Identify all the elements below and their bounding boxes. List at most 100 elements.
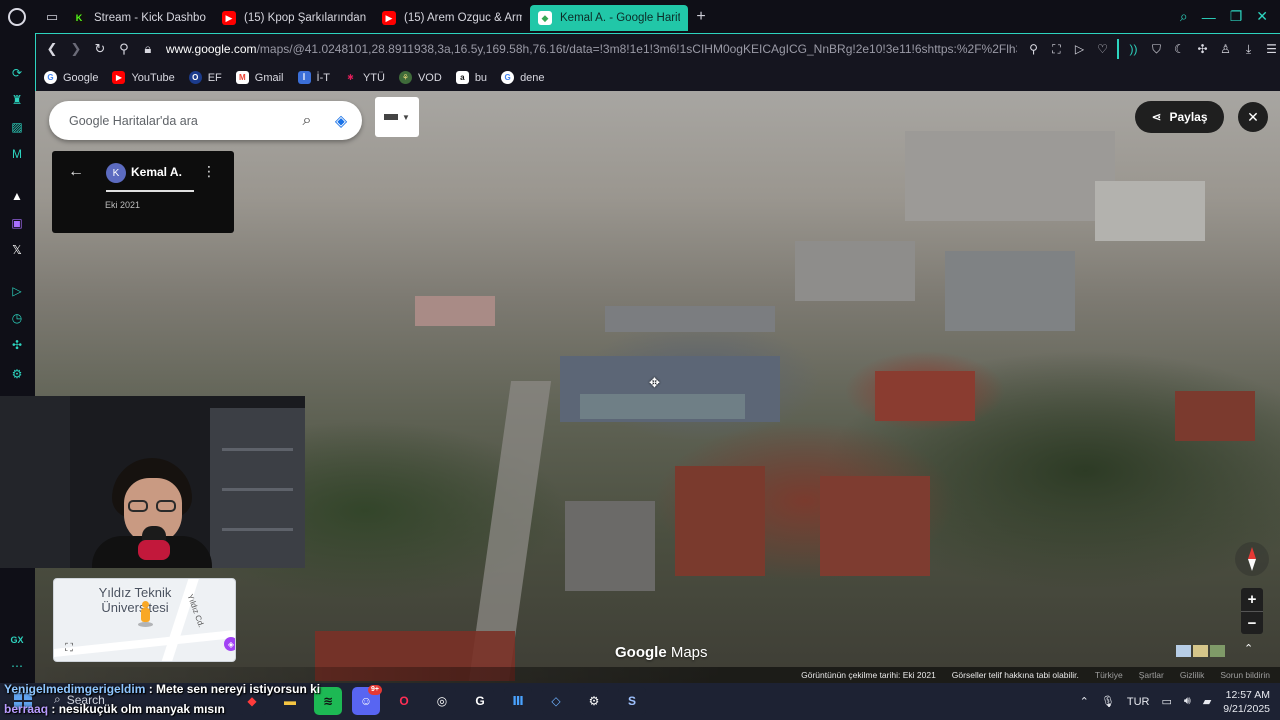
battery-icon[interactable]: ▰ xyxy=(1203,695,1211,708)
compass-control[interactable] xyxy=(1235,542,1269,576)
directions-icon[interactable]: ◈ xyxy=(324,104,358,138)
avatar[interactable]: K xyxy=(106,163,126,183)
gx-icon[interactable]: GX xyxy=(8,631,26,649)
privacy-link[interactable]: Gizlilik xyxy=(1180,670,1205,680)
language-indicator[interactable]: TUR xyxy=(1127,696,1150,708)
contributor-card: ← K Kemal A. ⋮ Eki 2021 xyxy=(52,151,234,233)
history-icon[interactable]: ◷ xyxy=(8,309,26,327)
url-field[interactable]: www.google.com/maps/@41.0248101,28.89119… xyxy=(166,42,1017,56)
broadcast-icon[interactable]: )) xyxy=(1125,40,1142,58)
download-icon[interactable]: ⤓ xyxy=(1240,40,1257,58)
chevron-up-icon[interactable]: ⌃ xyxy=(1244,642,1253,655)
zoom-out-button[interactable]: − xyxy=(1241,612,1263,635)
corner-app-icon[interactable]: ▲ xyxy=(8,187,26,205)
more-icon[interactable]: ⋯ xyxy=(8,657,26,675)
twitch-icon[interactable]: ▣ xyxy=(8,214,26,232)
location-pin-icon[interactable]: ⚲ xyxy=(112,37,136,61)
search-icon[interactable]: ⌕ xyxy=(1180,8,1188,25)
thumbnail[interactable] xyxy=(1176,645,1191,657)
expand-icon[interactable]: ⛶ xyxy=(62,641,76,655)
extensions-puzzle-icon[interactable]: ✣ xyxy=(1194,40,1211,58)
streetview-minimap[interactable]: Yıldız Teknik Üniversitesi Yıldız Cd. ⛶ … xyxy=(53,578,236,662)
back-button[interactable]: ❮ xyxy=(40,37,64,61)
bookmark-label: YouTube xyxy=(131,71,175,84)
chat-message: Yenigelmedimgerigeldim : Mete sen nereyi… xyxy=(4,679,324,699)
gx-control-icon[interactable]: ♜ xyxy=(8,91,26,109)
new-tab-button[interactable]: + xyxy=(690,6,712,28)
maps-search-box[interactable]: Google Haritalar'da ara ⌕ ◈ xyxy=(49,101,362,140)
close-window-icon[interactable]: ✕ xyxy=(1256,8,1268,25)
forward-button[interactable]: ❯ xyxy=(64,37,88,61)
settings-icon[interactable]: ⚙ xyxy=(8,365,26,383)
bookmark-it[interactable]: İ İ-T xyxy=(297,71,330,84)
report-link[interactable]: Sorun bildirin xyxy=(1220,670,1270,680)
poi-marker-icon[interactable]: ◈ xyxy=(224,637,235,651)
microphone-icon[interactable]: 🎙︎ xyxy=(1101,695,1115,708)
dark-mode-icon[interactable]: ☾ xyxy=(1171,40,1188,58)
extensions-icon[interactable]: ✣ xyxy=(8,336,26,354)
lock-icon[interactable]: 🔒︎ xyxy=(136,37,160,61)
pin-icon[interactable]: ⚲ xyxy=(1025,40,1042,58)
tab-label: (15) Kpop Şarkılarından G xyxy=(244,12,366,24)
steam-icon[interactable]: S xyxy=(618,687,646,715)
tab-youtube-kpop[interactable]: ▶ (15) Kpop Şarkılarından G xyxy=(214,5,374,31)
zoom-in-button[interactable]: + xyxy=(1241,588,1263,611)
contributor-name[interactable]: Kemal A. xyxy=(131,165,182,179)
discord-icon[interactable]: ☺ 9+ xyxy=(352,685,382,715)
app-glyph: ◎ xyxy=(436,694,448,708)
bookmark-ef[interactable]: O EF xyxy=(188,71,222,84)
tab-kick-dashboard[interactable]: K Stream - Kick Dashboard xyxy=(64,5,214,31)
imagery-thumbnails[interactable] xyxy=(1176,645,1225,657)
search-icon[interactable]: ⌕ xyxy=(290,104,324,138)
player-icon[interactable]: ▷ xyxy=(8,282,26,300)
tab-switcher-icon[interactable]: ▭ xyxy=(40,5,64,29)
account-icon[interactable]: ♙ xyxy=(1217,40,1234,58)
search-input[interactable]: Google Haritalar'da ara xyxy=(69,114,290,128)
shield-icon[interactable]: ⛉ xyxy=(1148,40,1165,58)
thumbnail[interactable] xyxy=(1193,645,1208,657)
vpn-app-icon[interactable]: ◇ xyxy=(542,687,570,715)
reload-button[interactable]: ↻ xyxy=(88,37,112,61)
youtube-icon: ▶ xyxy=(222,11,236,25)
view-toggle-button[interactable]: ▼ xyxy=(375,97,419,137)
app-g-icon[interactable]: G xyxy=(466,687,494,715)
close-streetview-button[interactable]: ✕ xyxy=(1238,102,1268,132)
network-icon[interactable]: ▭ xyxy=(1161,695,1171,708)
audio-app-icon[interactable]: Ⅲ xyxy=(504,687,532,715)
bookmark-ytu[interactable]: ✱ YTÜ xyxy=(344,71,385,84)
bookmark-bu[interactable]: a bu xyxy=(455,71,487,84)
bookmark-google[interactable]: G Google xyxy=(44,71,98,84)
opera-gx-logo[interactable] xyxy=(0,0,34,33)
pegman-icon[interactable] xyxy=(138,601,153,627)
chevron-up-icon[interactable]: ⌃ xyxy=(1080,695,1089,708)
thumbnail[interactable] xyxy=(1210,645,1225,657)
snapshot-icon[interactable]: ⛶ xyxy=(1048,40,1065,58)
bookmark-youtube[interactable]: ▶ YouTube xyxy=(112,71,175,84)
settings-app-icon[interactable]: ⚙ xyxy=(580,687,608,715)
refresh-sidebar-icon[interactable]: ⟳ xyxy=(8,64,26,82)
minimize-icon[interactable]: — xyxy=(1202,9,1216,25)
bookmark-dene[interactable]: Gdene xyxy=(501,71,545,84)
volume-icon[interactable]: 🔊︎ xyxy=(1184,695,1191,708)
tab-youtube-arem[interactable]: ▶ (15) Arem Ozguc & Arman xyxy=(374,5,530,31)
x-twitter-icon[interactable]: 𝕏 xyxy=(8,241,26,259)
country-link[interactable]: Türkiye xyxy=(1095,670,1123,680)
bookmark-heart-icon[interactable]: ♡ xyxy=(1094,40,1111,58)
zoom-control: + − xyxy=(1241,588,1263,634)
gx-cleaner-icon[interactable]: ▨ xyxy=(8,118,26,136)
terms-link[interactable]: Şartlar xyxy=(1139,670,1164,680)
gmail-sidebar-icon[interactable]: M xyxy=(8,145,26,163)
more-options-icon[interactable]: ⋮ xyxy=(202,163,216,180)
bookmark-gmail[interactable]: M Gmail xyxy=(235,71,284,84)
clock[interactable]: 12:57 AM 9/21/2025 xyxy=(1223,688,1270,716)
opera-gx-icon[interactable]: O xyxy=(390,687,418,715)
app-glyph: ≋ xyxy=(322,694,334,708)
send-icon[interactable]: ▷ xyxy=(1071,40,1088,58)
menu-icon[interactable]: ☰ xyxy=(1263,40,1280,58)
restore-icon[interactable]: ❐ xyxy=(1230,8,1243,25)
tab-google-maps[interactable]: ◆ Kemal A. - Google Haritala xyxy=(530,5,688,31)
share-button[interactable]: ⋖ Paylaş xyxy=(1135,101,1224,133)
obs-icon[interactable]: ◎ xyxy=(428,687,456,715)
back-arrow-icon[interactable]: ← xyxy=(68,163,84,181)
bookmark-vod[interactable]: ⚘ VOD xyxy=(398,71,442,84)
